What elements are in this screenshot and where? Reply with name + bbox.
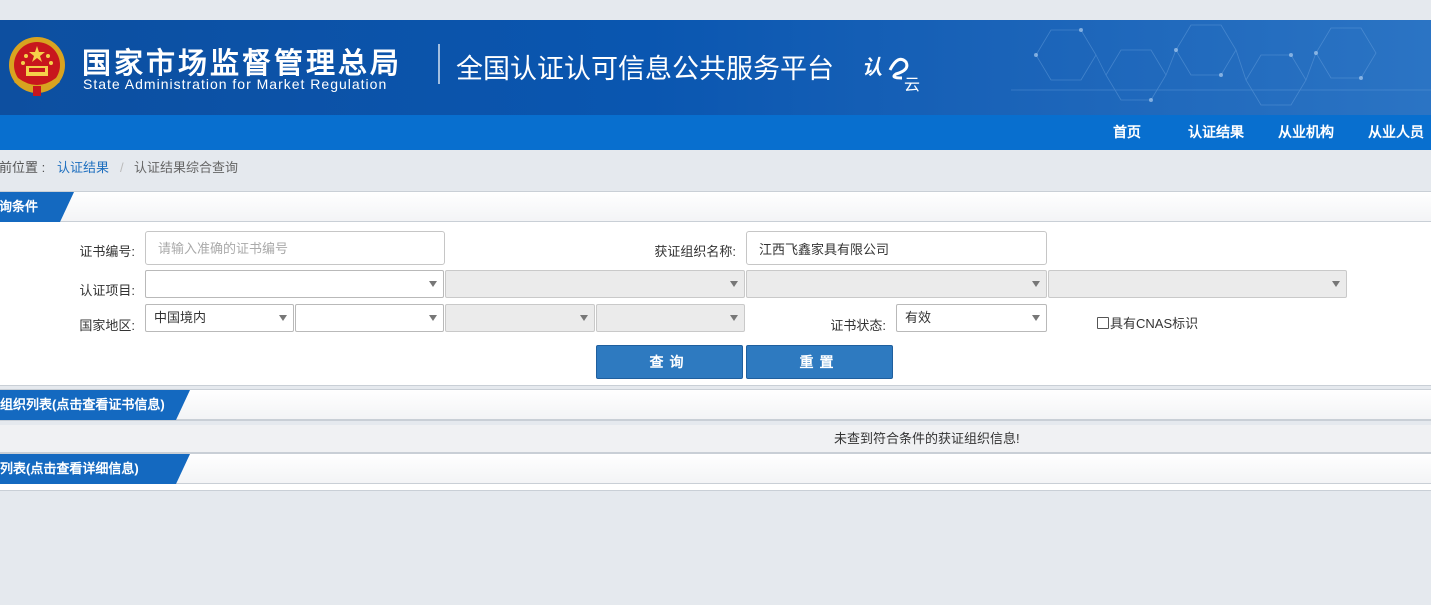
chevron-down-icon	[429, 281, 437, 287]
chevron-down-icon	[730, 315, 738, 321]
nav-item-cert-results[interactable]: 认证结果	[1188, 115, 1244, 150]
chevron-down-icon	[279, 315, 287, 321]
project-select-3[interactable]	[746, 270, 1047, 298]
cert-no-field[interactable]	[145, 231, 445, 265]
query-conditions-tab-label: 查询条件	[0, 199, 39, 214]
cert-no-input[interactable]	[146, 232, 444, 264]
query-panel-header: 查询条件	[0, 192, 1431, 222]
org-name-input[interactable]	[747, 232, 1046, 264]
region-city-select[interactable]	[445, 304, 595, 332]
search-button[interactable]: 查询	[596, 345, 743, 379]
reset-button[interactable]: 重置	[746, 345, 893, 379]
project-label: 认证项目:	[79, 283, 135, 298]
svg-text:认: 认	[862, 55, 882, 79]
nav-item-personnel[interactable]: 从业人员	[1368, 115, 1424, 150]
tech-pattern-decoration	[1011, 24, 1431, 106]
breadcrumb-current: 认证结果综合查询	[134, 160, 239, 175]
region-district-select[interactable]	[596, 304, 745, 332]
org-list-empty-row: 未查到符合条件的获证组织信息!	[0, 425, 1431, 453]
org-list-panel: 获证组织列表(点击查看证书信息)	[0, 389, 1431, 421]
cert-list-panel: 证书列表(点击查看详细信息)	[0, 453, 1431, 491]
breadcrumb-separator: /	[120, 160, 124, 175]
project-select-2[interactable]	[445, 270, 745, 298]
org-name-en: State Administration for Market Regulati…	[83, 76, 388, 92]
org-list-empty-message: 未查到符合条件的获证组织信息!	[834, 431, 1020, 446]
national-emblem-icon	[9, 37, 65, 96]
cnas-checkbox[interactable]	[1097, 316, 1109, 329]
project-select-1[interactable]	[145, 270, 444, 298]
status-label: 证书状态:	[830, 318, 886, 333]
region-label: 国家地区:	[79, 318, 135, 333]
chevron-down-icon	[1032, 315, 1040, 321]
org-list-tab-label: 获证组织列表(点击查看证书信息)	[0, 397, 165, 412]
chevron-down-icon	[429, 315, 437, 321]
breadcrumb-prefix: 当前位置 :	[0, 160, 46, 175]
renzhengyun-logo: 认 云	[862, 55, 920, 92]
cert-no-label: 证书编号:	[79, 244, 135, 259]
chevron-down-icon	[1032, 281, 1040, 287]
project-select-4[interactable]	[1048, 270, 1347, 298]
breadcrumb-link-cert-results[interactable]: 认证结果	[57, 152, 109, 184]
svg-text:云: 云	[904, 75, 920, 92]
nav-item-home[interactable]: 首页	[1113, 115, 1141, 150]
query-conditions-tab: 查询条件	[0, 192, 74, 222]
chevron-down-icon	[730, 281, 738, 287]
org-list-header: 获证组织列表(点击查看证书信息)	[0, 390, 1431, 420]
header-banner: 国家市场监督管理总局 State Administration for Mark…	[0, 20, 1431, 115]
region-country-select[interactable]: 中国境内	[145, 304, 294, 332]
chevron-down-icon	[580, 315, 588, 321]
org-name-field[interactable]	[746, 231, 1047, 265]
nav-item-institutions[interactable]: 从业机构	[1278, 115, 1334, 150]
cnas-checkbox-label: 具有CNAS标识	[1110, 316, 1199, 331]
cnas-checkbox-wrap[interactable]: 具有CNAS标识	[1097, 313, 1198, 332]
region-country-value: 中国境内	[154, 310, 207, 325]
chevron-down-icon	[1332, 281, 1340, 287]
cert-list-header: 证书列表(点击查看详细信息)	[0, 454, 1431, 484]
platform-title: 全国认证认可信息公共服务平台	[456, 54, 834, 85]
region-province-select[interactable]	[295, 304, 444, 332]
cert-list-tab-label: 证书列表(点击查看详细信息)	[0, 461, 139, 476]
status-select[interactable]: 有效	[896, 304, 1047, 332]
status-value: 有效	[905, 310, 932, 325]
header-divider	[438, 44, 440, 84]
org-name-label: 获证组织名称:	[654, 244, 736, 259]
breadcrumb: 当前位置 : 认证结果 / 认证结果综合查询	[0, 152, 1431, 184]
top-strip	[0, 0, 1431, 20]
main-nav: 首页 认证结果 从业机构 从业人员	[0, 115, 1431, 150]
